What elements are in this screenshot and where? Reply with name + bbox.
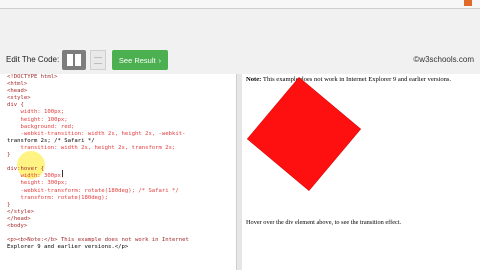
- code-line: }: [7, 152, 11, 159]
- code-line: <style>: [7, 95, 31, 102]
- animated-div[interactable]: [247, 77, 361, 191]
- split-right-icon: [75, 54, 81, 66]
- note-bold: Note:: [246, 76, 262, 83]
- code-line: Explorer 9 and earlier versions.</p>: [7, 244, 129, 251]
- code-line: background: red;: [20, 123, 75, 130]
- code-text[interactable]: <!DOCTYPE html> <html> <head> <style> di…: [7, 74, 189, 251]
- hover-instruction: Hover over the div element above, to see…: [246, 219, 402, 226]
- result-panel: Note: This example does not work in Inte…: [242, 74, 480, 270]
- code-line: div:hover {: [7, 166, 45, 173]
- code-line: <body>: [7, 222, 28, 229]
- code-line: width: 300px;: [20, 173, 65, 180]
- text-cursor-icon: [62, 170, 63, 177]
- chevron-right-icon: ›: [158, 55, 162, 65]
- code-line: </head>: [7, 215, 31, 222]
- code-line: div {: [7, 102, 24, 109]
- code-line: -webkit-transition: width 2s, height 2s,…: [20, 130, 186, 137]
- split-left-icon: [67, 54, 73, 66]
- code-line: height: 300px;: [20, 180, 68, 187]
- top-accent-icon: [464, 0, 472, 6]
- result-note: Note: This example does not work in Inte…: [246, 76, 476, 83]
- see-result-button[interactable]: See Result ›: [112, 50, 168, 70]
- code-line: }: [7, 201, 11, 208]
- code-line: <head>: [7, 88, 28, 95]
- stack-line-icon: [94, 57, 102, 58]
- code-line: <!DOCTYPE html>: [7, 74, 58, 80]
- browser-top-bar: [0, 0, 480, 9]
- stack-line-icon: [94, 63, 102, 64]
- code-editor[interactable]: <!DOCTYPE html> <html> <head> <style> di…: [0, 74, 237, 270]
- code-line: height: 100px;: [20, 116, 68, 123]
- code-line: <p><b>Note:</b> This example does not wo…: [7, 237, 189, 244]
- code-line: transform 2s; /* Safari */: [7, 137, 95, 144]
- layout-stacked-button[interactable]: [90, 50, 106, 70]
- code-line: width: 100px;: [20, 109, 65, 116]
- see-result-label: See Result: [118, 55, 156, 65]
- code-line: transform: rotate(180deg);: [20, 194, 109, 201]
- code-line: </style>: [7, 208, 34, 215]
- note-text: This example does not work in Internet E…: [261, 76, 452, 83]
- brand-label: ©w3schools.com: [413, 55, 474, 64]
- code-line: <html>: [7, 81, 28, 88]
- code-line: -webkit-transform: rotate(180deg); /* Sa…: [20, 187, 179, 194]
- edit-code-label: Edit The Code:: [6, 55, 60, 64]
- code-line: transition: width 2s, height 2s, transfo…: [20, 144, 176, 151]
- layout-split-button[interactable]: [62, 50, 86, 70]
